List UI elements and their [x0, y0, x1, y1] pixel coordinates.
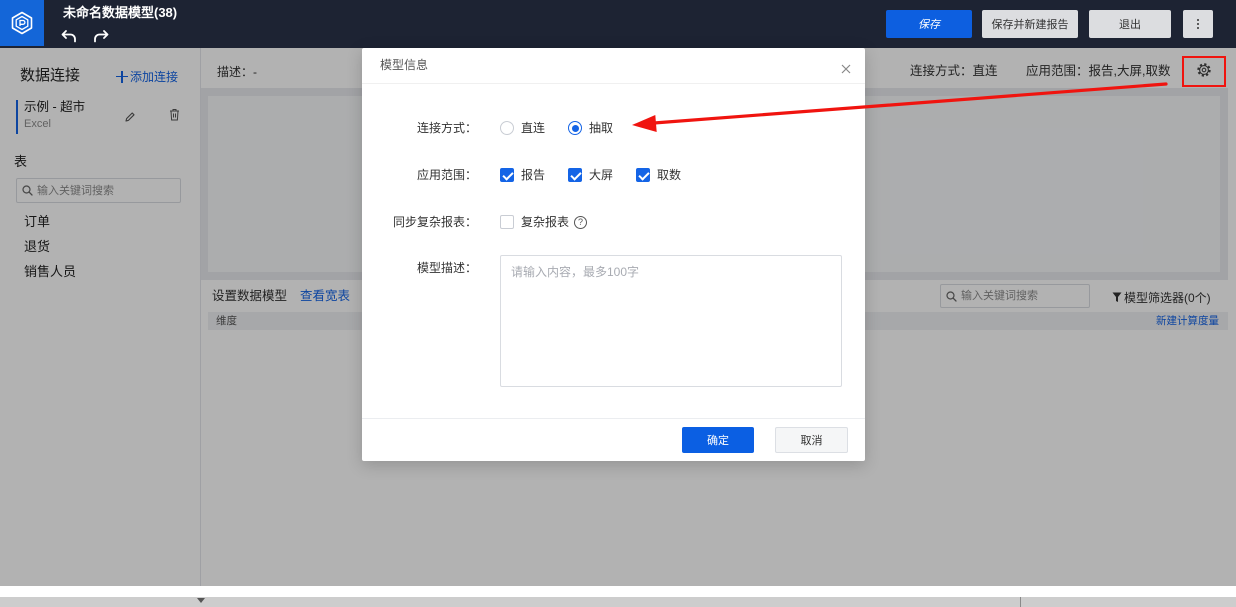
- checkbox-option-bigscreen[interactable]: 大屏: [568, 167, 636, 183]
- dialog-header-divider: [362, 83, 865, 84]
- checkbox-option-report[interactable]: 报告: [500, 167, 568, 183]
- radio-extract-label: 抽取: [589, 121, 614, 135]
- connection-mode-radio-group: 直连 抽取: [500, 120, 636, 136]
- strip-divider: [1020, 597, 1021, 607]
- close-icon[interactable]: [841, 61, 851, 74]
- sync-report-checkbox-group: 复杂报表: [500, 214, 588, 230]
- checkbox-option-fetch[interactable]: 取数: [636, 167, 704, 183]
- checkbox-complex-report[interactable]: [500, 215, 514, 229]
- radio-direct-label: 直连: [521, 121, 546, 135]
- checkbox-fetch[interactable]: [636, 168, 650, 182]
- app-logo-icon[interactable]: [0, 0, 44, 46]
- undo-icon[interactable]: [61, 29, 77, 43]
- radio-option-direct[interactable]: 直连: [500, 120, 568, 136]
- save-and-new-report-button[interactable]: 保存并新建报告: [982, 10, 1078, 38]
- more-menu-button[interactable]: [1183, 10, 1213, 38]
- radio-extract[interactable]: [568, 121, 582, 135]
- sync-report-label: 同步复杂报表：: [392, 215, 477, 229]
- save-button[interactable]: 保存: [886, 10, 972, 38]
- cancel-button[interactable]: 取消: [775, 427, 848, 453]
- more-vertical-icon: [1197, 23, 1199, 25]
- redo-icon[interactable]: [93, 29, 109, 43]
- bottom-gap: [0, 586, 1236, 597]
- connection-mode-label: 连接方式：: [416, 121, 477, 135]
- checkbox-report[interactable]: [500, 168, 514, 182]
- chevron-down-icon: [197, 598, 205, 603]
- radio-direct[interactable]: [500, 121, 514, 135]
- model-description-label: 模型描述：: [416, 261, 477, 275]
- model-description-textarea[interactable]: [500, 255, 842, 387]
- help-icon[interactable]: [574, 215, 588, 229]
- hexagon-logo-icon: [11, 11, 33, 35]
- model-info-dialog: 模型信息 连接方式： 直连 抽取 应用范围： 报告 大屏 取数 同步复杂报表： …: [362, 48, 865, 461]
- annotation-highlight-box: [1182, 56, 1226, 87]
- checkbox-bigscreen[interactable]: [568, 168, 582, 182]
- top-bar: 未命名数据模型(38) 保存 保存并新建报告 退出: [0, 0, 1236, 48]
- background-window-strip: [0, 597, 1236, 607]
- radio-option-extract[interactable]: 抽取: [568, 120, 636, 136]
- checkbox-report-label: 报告: [521, 168, 546, 182]
- exit-button[interactable]: 退出: [1089, 10, 1171, 38]
- checkbox-bigscreen-label: 大屏: [589, 168, 614, 182]
- scope-label: 应用范围：: [416, 168, 477, 182]
- confirm-button[interactable]: 确定: [682, 427, 754, 453]
- checkbox-complex-report-label: 复杂报表: [521, 215, 570, 229]
- model-title: 未命名数据模型(38): [63, 5, 178, 20]
- dialog-title: 模型信息: [380, 58, 429, 72]
- checkbox-fetch-label: 取数: [657, 168, 682, 182]
- dialog-footer-divider: [362, 418, 865, 419]
- scope-checkbox-group: 报告 大屏 取数: [500, 167, 704, 183]
